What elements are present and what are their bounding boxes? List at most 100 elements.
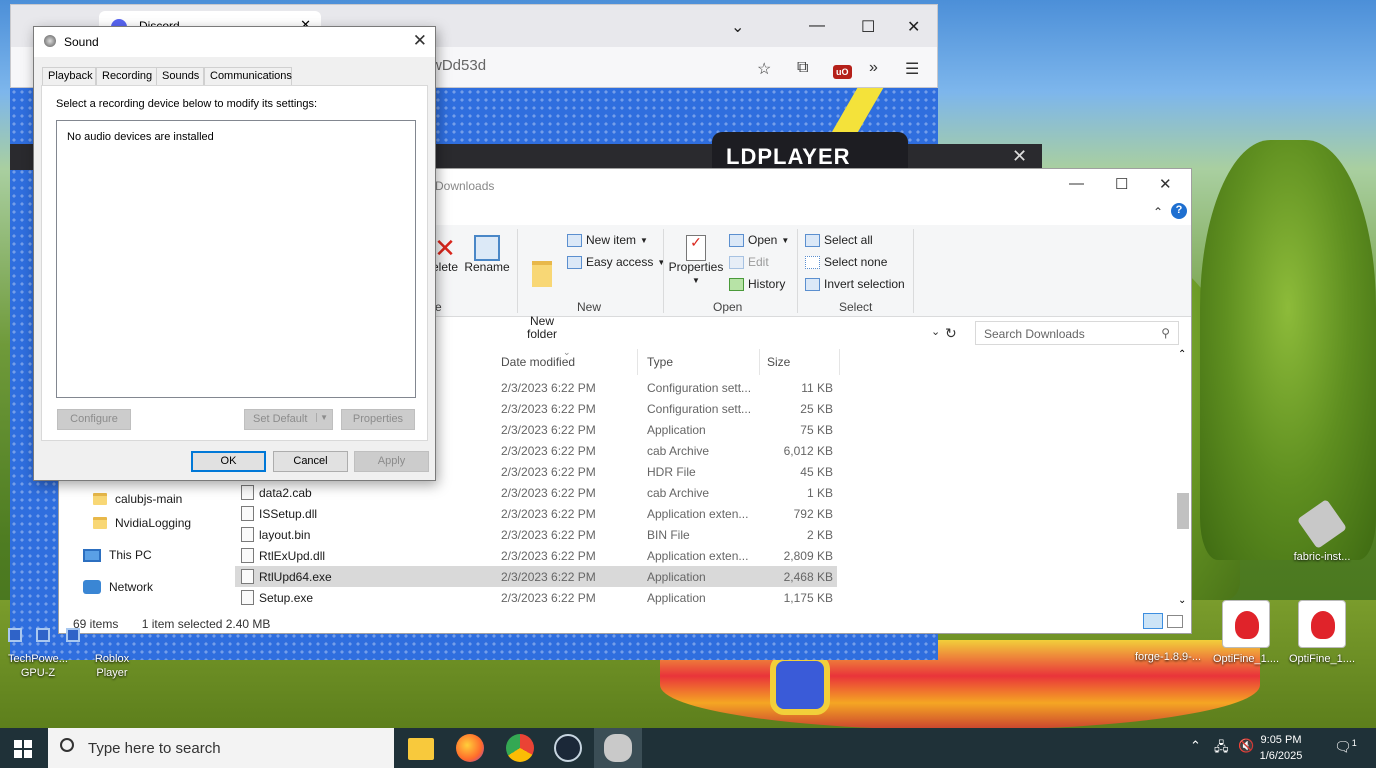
nav-folder-nvidialogging[interactable]: NvidiaLogging (93, 516, 191, 530)
new-item-button[interactable]: New item ▼ (567, 233, 648, 247)
select-none-label: Select none (824, 255, 888, 269)
extensions-icon[interactable]: ⧉ (797, 59, 808, 77)
device-list[interactable]: No audio devices are installed (56, 120, 416, 398)
maximize-icon[interactable]: ☐ (861, 17, 875, 37)
bookmark-star-icon[interactable]: ☆ (757, 59, 771, 79)
file-name: RtlUpd64.exe (259, 570, 332, 584)
open-button[interactable]: Open ▼ (729, 233, 789, 247)
taskbar-search-input[interactable]: Type here to search (48, 728, 394, 768)
cancel-button[interactable]: Cancel (273, 451, 348, 472)
desktop-icon-gpuz[interactable]: TechPowe... GPU-Z (0, 652, 76, 680)
configure-button[interactable]: Configure (57, 409, 131, 430)
close-icon[interactable]: ✕ (1159, 175, 1172, 193)
chrome-taskbar-icon[interactable] (506, 734, 534, 762)
set-default-button[interactable]: Set Default ▼ (244, 409, 333, 430)
rename-button[interactable]: Rename (463, 235, 511, 274)
steam-taskbar-icon[interactable] (554, 734, 582, 762)
table-row[interactable]: ISSetup.dll 2/3/2023 6:22 PM Application e… (235, 503, 837, 524)
table-row[interactable]: RtlUpd64.exe 2/3/2023 6:22 PM Application 2… (235, 566, 837, 587)
apply-button[interactable]: Apply (354, 451, 429, 472)
clock[interactable]: 9:05 PM 1/6/2025 (1258, 732, 1304, 764)
select-all-label: Select all (824, 233, 873, 247)
close-icon[interactable]: ✕ (413, 31, 427, 51)
scroll-up-icon[interactable]: ⌃ (1178, 349, 1186, 360)
desktop-icon-fabric[interactable]: fabric-inst... (1284, 498, 1360, 564)
app-taskbar-icon[interactable] (604, 734, 632, 762)
desktop-icon-roblox[interactable]: Roblox Player (74, 652, 150, 680)
minimize-icon[interactable]: — (1069, 175, 1084, 192)
search-input[interactable]: Search Downloads ⚲ (975, 321, 1179, 345)
column-header-size[interactable]: Size (767, 355, 790, 369)
file-name: RtlExUpd.dll (259, 549, 326, 563)
scroll-thumb[interactable] (1177, 493, 1189, 529)
file-size: 1 KB (806, 486, 833, 500)
close-icon[interactable]: ✕ (907, 17, 920, 37)
nav-label: Network (109, 580, 154, 594)
url-bar[interactable]: wDd53d (431, 57, 486, 74)
file-date: 2/3/2023 6:22 PM (501, 381, 596, 395)
properties-button[interactable]: ✓ Properties ▼ (667, 235, 725, 287)
nav-folder-calubjs[interactable]: calubjs-main (93, 492, 182, 506)
clock-date: 1/6/2025 (1259, 750, 1303, 762)
edit-button[interactable]: Edit (729, 255, 769, 269)
column-separator[interactable] (637, 349, 638, 375)
desktop-icon-optifine-2[interactable]: OptiFine_1.... (1284, 600, 1360, 666)
desktop-icon-optifine-1[interactable]: OptiFine_1.... (1208, 600, 1284, 666)
app-icon[interactable] (66, 628, 80, 642)
minimize-icon[interactable]: — (809, 17, 825, 35)
collapse-ribbon-icon[interactable]: ⌃ (1153, 205, 1163, 219)
tab-recording[interactable]: Recording (96, 67, 157, 85)
history-label: History (748, 277, 786, 291)
properties-button[interactable]: Properties (341, 409, 415, 430)
help-icon[interactable]: ? (1171, 203, 1187, 219)
table-row[interactable]: layout.bin 2/3/2023 6:22 PM BIN File 2 KB (235, 524, 837, 545)
file-name: Setup.exe (259, 591, 314, 605)
table-row[interactable]: data2.cab 2/3/2023 6:22 PM cab Archive 1 KB (235, 482, 837, 503)
file-list-scrollbar[interactable]: ⌃ ⌄ (1175, 349, 1191, 611)
windows-start-icon[interactable] (14, 740, 32, 758)
network-tray-icon[interactable]: 🖧 (1214, 738, 1229, 760)
ok-button[interactable]: OK (191, 451, 266, 472)
ldplayer-close-icon[interactable]: ✕ (1012, 146, 1027, 167)
table-row[interactable]: Setup.exe 2/3/2023 6:22 PM Application 1,17… (235, 587, 837, 608)
ublock-icon[interactable]: uO (833, 62, 852, 80)
refresh-icon[interactable]: ↻ (945, 325, 957, 342)
select-all-button[interactable]: Select all (805, 233, 873, 247)
easy-access-button[interactable]: Easy access ▼ (567, 255, 665, 269)
overflow-chevrons-icon[interactable]: » (869, 59, 878, 77)
new-folder-button[interactable]: New folder (523, 235, 561, 367)
easy-access-icon (567, 255, 582, 269)
desktop-icon-forge[interactable]: forge-1.8.9-... (1130, 604, 1206, 664)
notification-icon[interactable]: 🗨1 (1334, 738, 1357, 756)
nav-network[interactable]: Network (83, 580, 153, 594)
nav-this-pc[interactable]: This PC (83, 548, 152, 562)
column-header-type[interactable]: Type (647, 355, 673, 369)
tray-chevron-icon[interactable]: ⌃ (1190, 738, 1201, 754)
invert-selection-button[interactable]: Invert selection (805, 277, 905, 291)
table-row[interactable]: RtlExUpd.dll 2/3/2023 6:22 PM Application … (235, 545, 837, 566)
address-history-chevron-icon[interactable]: ⌄ (931, 325, 940, 338)
column-separator[interactable] (839, 349, 840, 375)
firefox-taskbar-icon[interactable] (456, 734, 484, 762)
gpuz-icon[interactable] (8, 628, 22, 642)
file-size: 2,468 KB (783, 570, 833, 584)
select-none-button[interactable]: Select none (805, 255, 887, 269)
file-type: cab Archive (647, 486, 710, 500)
volume-muted-icon[interactable]: 🔇 (1238, 738, 1254, 754)
tab-list-chevron-icon[interactable]: ⌄ (731, 17, 744, 37)
explorer-title: Downloads (435, 179, 495, 193)
dropdown-arrow-icon[interactable]: ▼ (316, 413, 328, 422)
app-icon[interactable] (36, 628, 50, 642)
menu-icon[interactable]: ☰ (905, 59, 919, 79)
file-date: 2/3/2023 6:22 PM (501, 402, 596, 416)
history-button[interactable]: History (729, 277, 785, 291)
file-explorer-taskbar-icon[interactable] (408, 738, 434, 760)
tab-communications[interactable]: Communications (204, 67, 292, 85)
file-date: 2/3/2023 6:22 PM (501, 423, 596, 437)
column-separator[interactable] (759, 349, 760, 375)
tab-playback[interactable]: Playback (42, 67, 96, 85)
new-group-label: New (577, 300, 602, 314)
tab-sounds[interactable]: Sounds (156, 67, 204, 85)
selection-info: 1 item selected 2.40 MB (141, 617, 271, 631)
maximize-icon[interactable]: ☐ (1115, 175, 1128, 193)
